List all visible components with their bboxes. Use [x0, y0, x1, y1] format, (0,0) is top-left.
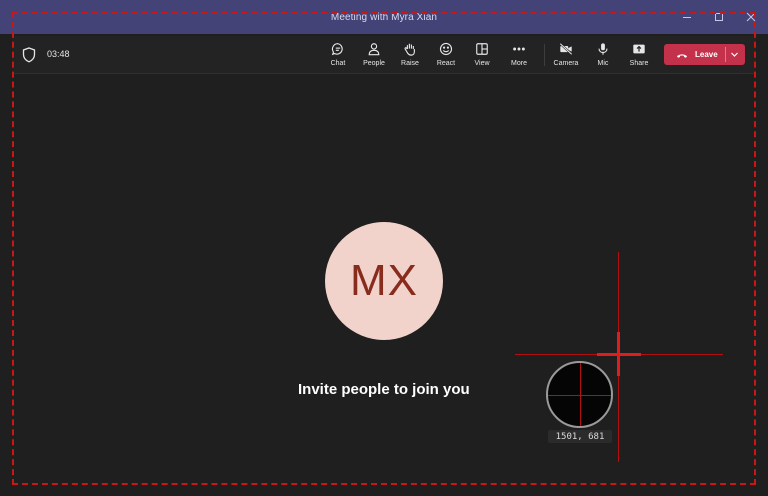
- react-label: React: [436, 60, 456, 67]
- leave-label: Leave: [695, 50, 718, 59]
- camera-button[interactable]: Camera: [549, 41, 583, 71]
- invite-message: Invite people to join you: [298, 381, 470, 398]
- close-button[interactable]: [744, 10, 758, 24]
- chevron-down-icon[interactable]: [729, 49, 740, 60]
- maximize-icon: [715, 13, 723, 21]
- ellipsis-icon: [511, 41, 527, 57]
- people-label: People: [363, 60, 385, 67]
- hand-icon: [402, 41, 418, 57]
- chat-icon: [330, 41, 346, 57]
- more-button[interactable]: More: [502, 41, 536, 71]
- microphone-icon: [595, 41, 611, 57]
- magnifier-crosshair-horizontal: [548, 395, 611, 396]
- view-button[interactable]: View: [465, 41, 499, 71]
- leave-button[interactable]: Leave: [664, 44, 745, 65]
- crosshair-center-vertical: [617, 332, 620, 376]
- raise-hand-button[interactable]: Raise: [393, 41, 427, 71]
- meeting-window: Meeting with Myra Xian 03:48 Chat People…: [0, 0, 768, 496]
- people-icon: [366, 41, 382, 57]
- window-title: Meeting with Myra Xian: [330, 11, 438, 23]
- people-button[interactable]: People: [357, 41, 391, 71]
- hang-up-icon: [677, 53, 687, 58]
- magnifier: [546, 361, 613, 428]
- mic-label: Mic: [597, 60, 609, 67]
- raise-label: Raise: [401, 60, 419, 67]
- mic-button[interactable]: Mic: [586, 41, 620, 71]
- camera-label: Camera: [553, 60, 579, 67]
- react-button[interactable]: React: [429, 41, 463, 71]
- layout-icon: [474, 41, 490, 57]
- maximize-button[interactable]: [712, 10, 726, 24]
- leave-divider: [725, 47, 726, 62]
- view-label: View: [474, 60, 490, 67]
- meeting-toolbar: 03:48 Chat People Raise React View More …: [12, 36, 756, 74]
- minimize-button[interactable]: [680, 10, 694, 24]
- more-label: More: [511, 60, 527, 67]
- meeting-timer: 03:48: [47, 49, 70, 59]
- title-bar: Meeting with Myra Xian: [0, 0, 768, 34]
- smiley-icon: [438, 41, 454, 57]
- avatar-initials: MX: [350, 256, 418, 305]
- cursor-coordinates: 1501, 681: [548, 430, 612, 443]
- chat-button[interactable]: Chat: [321, 41, 355, 71]
- window-controls: [680, 0, 758, 34]
- avatar: MX: [325, 222, 443, 340]
- shield-icon: [22, 47, 36, 63]
- close-icon: [746, 12, 756, 22]
- minimize-icon: [683, 17, 691, 18]
- share-button[interactable]: Share: [622, 41, 656, 71]
- share-icon: [631, 41, 647, 57]
- share-label: Share: [629, 60, 649, 67]
- toolbar-separator: [544, 44, 545, 66]
- chat-label: Chat: [330, 60, 346, 67]
- camera-off-icon: [558, 41, 574, 57]
